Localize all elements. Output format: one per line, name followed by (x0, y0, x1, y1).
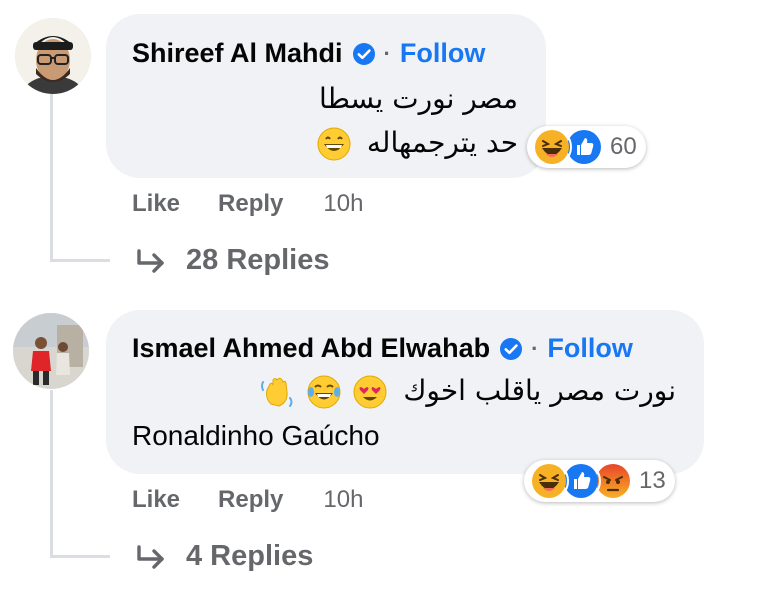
thread-line-2-branch (50, 555, 110, 558)
avatar-photo-icon (13, 313, 89, 389)
timestamp[interactable]: 10h (323, 486, 363, 514)
separator-dot: · (383, 40, 391, 66)
view-replies-button[interactable]: 28 Replies (136, 244, 329, 277)
thread-line-1 (50, 94, 53, 262)
reaction-summary[interactable]: 13 (524, 460, 675, 502)
thread-line-1-branch (50, 259, 110, 262)
replies-count-label: 28 Replies (186, 244, 330, 276)
comment-header: Shireef Al Mahdi · Follow (132, 38, 485, 69)
avatar-portrait-icon (15, 18, 91, 94)
reply-arrow-icon (137, 248, 164, 273)
heart-eyes-emoji-icon (353, 375, 387, 409)
separator-dot: · (531, 335, 539, 361)
thread-line-2 (50, 390, 53, 558)
grinning-face-emoji-icon (317, 127, 351, 161)
replies-count-label: 4 Replies (186, 540, 314, 572)
reaction-summary[interactable]: 60 (527, 126, 646, 168)
verified-badge-icon (352, 42, 375, 65)
reply-button[interactable]: Reply (218, 486, 283, 514)
haha-reaction-icon (532, 127, 572, 167)
reaction-count: 13 (639, 467, 666, 494)
follow-button[interactable]: Follow (400, 38, 485, 69)
like-button[interactable]: Like (132, 486, 180, 514)
comment-text-line-1-text: نورت مصر ياقلب اخوك (403, 374, 676, 407)
comment-text-line-2: Ronaldinho Gaúcho (132, 420, 380, 451)
haha-reaction-icon (529, 461, 569, 501)
author-name[interactable]: Shireef Al Mahdi (132, 38, 343, 69)
reply-arrow-icon (137, 544, 164, 569)
timestamp[interactable]: 10h (323, 190, 363, 218)
avatar[interactable] (15, 18, 91, 94)
comment-text-line-1: نورت مصر ياقلب اخوك (259, 374, 676, 410)
comment-actions: Like Reply 10h (132, 190, 363, 218)
waving-hand-emoji-icon (260, 377, 293, 407)
view-replies-button[interactable]: 4 Replies (136, 540, 313, 573)
avatar[interactable] (13, 313, 89, 389)
comment-text-line-1: مصر نورت يسطا (319, 82, 518, 115)
follow-button[interactable]: Follow (547, 333, 632, 364)
verified-badge-icon (500, 337, 523, 360)
comment-header: Ismael Ahmed Abd Elwahab · Follow (132, 333, 633, 364)
like-button[interactable]: Like (132, 190, 180, 218)
comment-text-line-2-text: حد يترجمهاله (366, 126, 518, 159)
tears-of-joy-emoji-icon (307, 375, 341, 409)
comment-text-line-2: حد يترجمهاله (316, 126, 518, 162)
reaction-count: 60 (610, 133, 637, 160)
author-name[interactable]: Ismael Ahmed Abd Elwahab (132, 333, 490, 364)
comment-actions: Like Reply 10h (132, 486, 363, 514)
reply-button[interactable]: Reply (218, 190, 283, 218)
